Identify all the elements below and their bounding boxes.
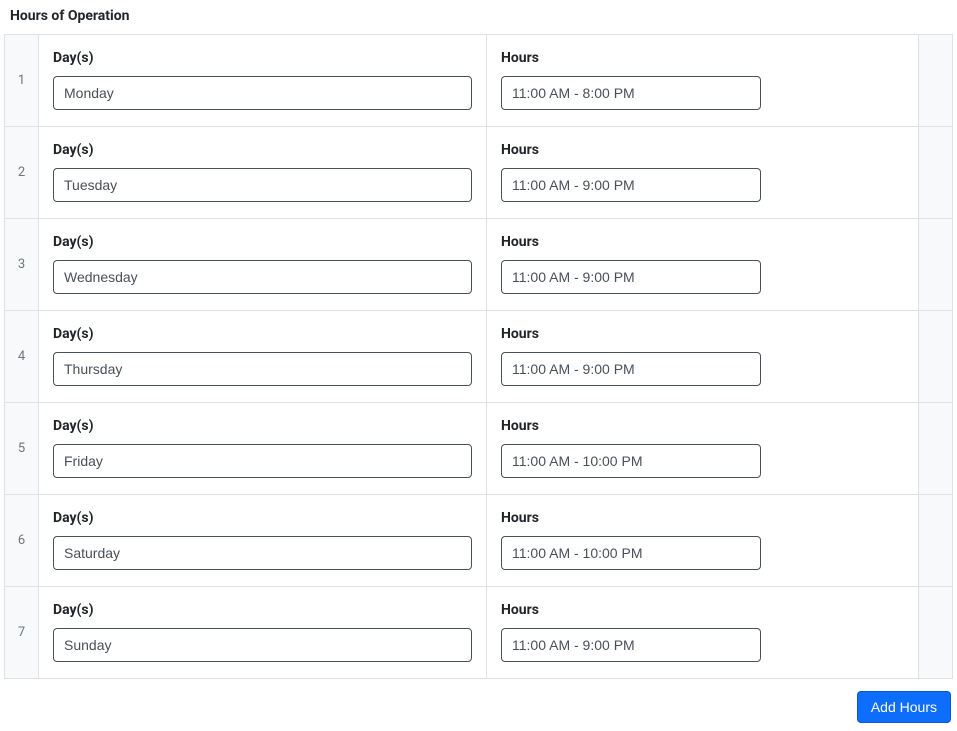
- hours-label: Hours: [501, 602, 904, 618]
- hours-label: Hours: [501, 234, 904, 250]
- cell-days: Day(s): [39, 403, 487, 494]
- cell-trailing: [919, 495, 952, 586]
- row-number: 1: [5, 35, 39, 126]
- hours-input[interactable]: [501, 536, 761, 570]
- add-hours-button[interactable]: Add Hours: [857, 691, 951, 723]
- cell-days: Day(s): [39, 219, 487, 310]
- hours-label: Hours: [501, 142, 904, 158]
- row-number: 7: [5, 587, 39, 678]
- hours-input[interactable]: [501, 260, 761, 294]
- days-input[interactable]: [53, 76, 472, 110]
- days-input[interactable]: [53, 260, 472, 294]
- cell-days: Day(s): [39, 127, 487, 218]
- cell-hours: Hours: [487, 403, 919, 494]
- row-number: 5: [5, 403, 39, 494]
- cell-trailing: [919, 587, 952, 678]
- row-number: 6: [5, 495, 39, 586]
- cell-hours: Hours: [487, 127, 919, 218]
- hours-input[interactable]: [501, 352, 761, 386]
- days-label: Day(s): [53, 510, 472, 526]
- cell-hours: Hours: [487, 219, 919, 310]
- table-row: 6 Day(s) Hours: [5, 495, 952, 587]
- hours-label: Hours: [501, 50, 904, 66]
- days-input[interactable]: [53, 628, 472, 662]
- days-input[interactable]: [53, 536, 472, 570]
- button-row: Add Hours: [4, 691, 953, 723]
- cell-trailing: [919, 127, 952, 218]
- hours-input[interactable]: [501, 76, 761, 110]
- table-row: 4 Day(s) Hours: [5, 311, 952, 403]
- cell-hours: Hours: [487, 495, 919, 586]
- cell-hours: Hours: [487, 311, 919, 402]
- row-number: 4: [5, 311, 39, 402]
- hours-label: Hours: [501, 510, 904, 526]
- table-row: 2 Day(s) Hours: [5, 127, 952, 219]
- hours-of-operation-section: Hours of Operation 1 Day(s) Hours 2 Day(…: [4, 8, 953, 723]
- hours-input[interactable]: [501, 444, 761, 478]
- row-number: 3: [5, 219, 39, 310]
- days-label: Day(s): [53, 326, 472, 342]
- section-title: Hours of Operation: [4, 8, 953, 24]
- cell-days: Day(s): [39, 35, 487, 126]
- table-row: 5 Day(s) Hours: [5, 403, 952, 495]
- days-input[interactable]: [53, 168, 472, 202]
- days-input[interactable]: [53, 444, 472, 478]
- hours-table: 1 Day(s) Hours 2 Day(s) Hours: [4, 34, 953, 679]
- cell-days: Day(s): [39, 495, 487, 586]
- days-label: Day(s): [53, 50, 472, 66]
- cell-trailing: [919, 311, 952, 402]
- cell-trailing: [919, 35, 952, 126]
- cell-hours: Hours: [487, 587, 919, 678]
- hours-input[interactable]: [501, 628, 761, 662]
- days-label: Day(s): [53, 418, 472, 434]
- row-number: 2: [5, 127, 39, 218]
- cell-days: Day(s): [39, 311, 487, 402]
- hours-label: Hours: [501, 326, 904, 342]
- cell-hours: Hours: [487, 35, 919, 126]
- cell-trailing: [919, 219, 952, 310]
- days-input[interactable]: [53, 352, 472, 386]
- days-label: Day(s): [53, 602, 472, 618]
- days-label: Day(s): [53, 142, 472, 158]
- hours-label: Hours: [501, 418, 904, 434]
- table-row: 7 Day(s) Hours: [5, 587, 952, 678]
- days-label: Day(s): [53, 234, 472, 250]
- table-row: 3 Day(s) Hours: [5, 219, 952, 311]
- cell-trailing: [919, 403, 952, 494]
- cell-days: Day(s): [39, 587, 487, 678]
- table-row: 1 Day(s) Hours: [5, 35, 952, 127]
- hours-input[interactable]: [501, 168, 761, 202]
